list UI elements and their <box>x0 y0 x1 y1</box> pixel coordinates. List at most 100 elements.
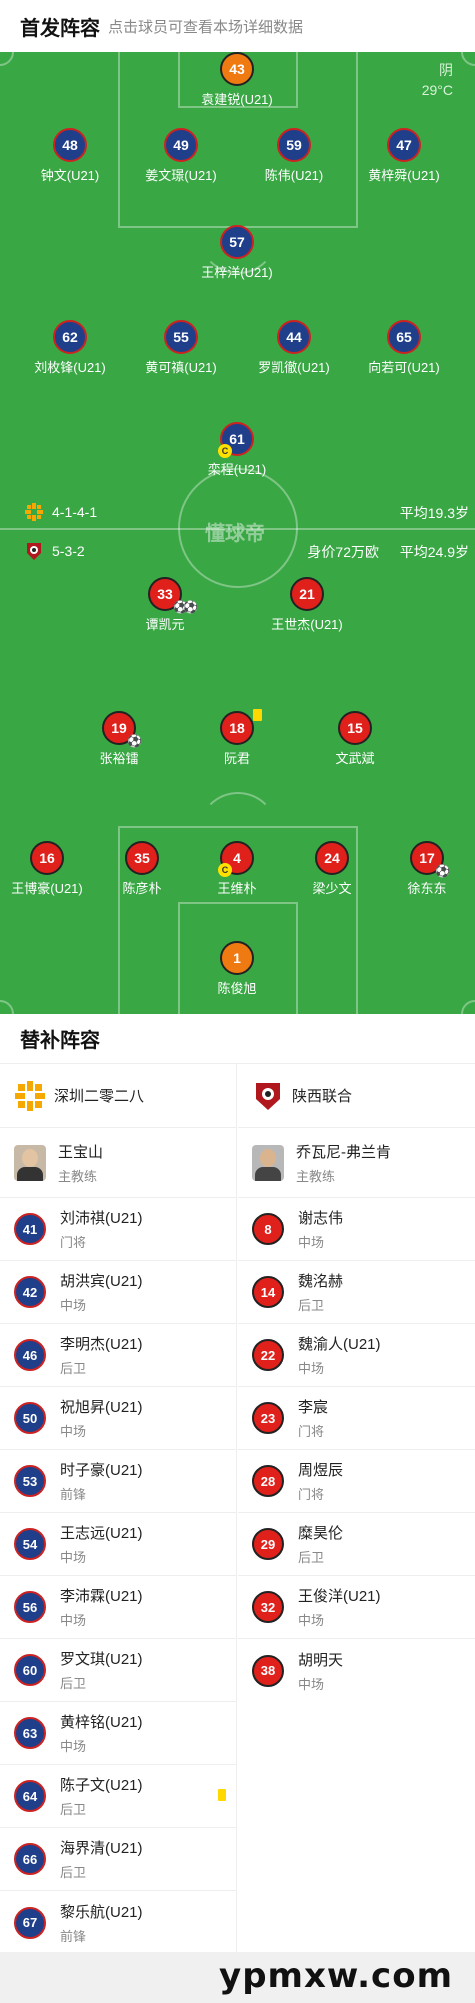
sub-player-name: 刘沛祺(U21) <box>60 1210 143 1227</box>
sub-player-position: 中场 <box>298 1676 325 1692</box>
sub-player-row[interactable]: 32 王俊洋(U21) 中场 <box>238 1576 475 1639</box>
player-number-badge: 63 <box>14 1717 46 1749</box>
player-number-badge: 18 <box>220 709 262 745</box>
footer-bar: ypmxw.com <box>0 1952 475 2003</box>
sub-player-name: 魏渝人(U21) <box>298 1336 381 1353</box>
player-name: 谭凯元 <box>145 617 185 632</box>
player-number-badge: 35 <box>125 841 159 875</box>
away-subs-column: 陕西联合 乔瓦尼-弗兰肯 主教练 8 谢志伟 中场 14 魏洺赫 后卫 22 魏渝人(U2… <box>238 1064 475 1702</box>
sub-player-position: 中场 <box>60 1424 87 1439</box>
player-number-badge: 43 <box>220 52 254 86</box>
player-number-badge: 14 <box>252 1276 284 1308</box>
sub-player-row[interactable]: 67 黎乐航(U21) 前锋 <box>0 1891 236 1954</box>
sub-player-row[interactable]: 64 陈子文(U21) 后卫 <box>0 1765 236 1828</box>
sub-player-row[interactable]: 66 海界清(U21) 后卫 <box>0 1828 236 1891</box>
player-number-badge: 8 <box>252 1213 284 1245</box>
sub-player-row[interactable]: 22 魏渝人(U21) 中场 <box>238 1324 475 1387</box>
player-away-33[interactable]: 33 ⚽ ⚽ 谭凯元 <box>95 577 235 633</box>
sub-player-position: 中场 <box>60 1298 87 1313</box>
player-number-badge: 29 <box>252 1528 284 1560</box>
player-away-21[interactable]: 21 王世杰(U21) <box>237 577 377 633</box>
weather-info: 阴 29°C <box>422 60 453 100</box>
sub-player-row[interactable]: 41 刘沛祺(U21) 门将 <box>0 1198 236 1261</box>
sub-player-position: 后卫 <box>298 1550 325 1565</box>
coach-name: 王宝山 <box>58 1143 104 1161</box>
sub-player-position: 中场 <box>60 1739 87 1754</box>
sub-player-row[interactable]: 29 糜昊伦 后卫 <box>238 1513 475 1576</box>
player-name: 袁建锐(U21) <box>201 92 273 107</box>
sub-player-name: 黎乐航(U21) <box>60 1903 143 1921</box>
sub-player-name: 罗文琪(U21) <box>60 1651 143 1668</box>
sub-player-position: 后卫 <box>298 1298 325 1313</box>
player-home-57[interactable]: 57 王梓洋(U21) <box>167 225 307 281</box>
player-name: 黄梓舜(U21) <box>368 168 440 183</box>
sub-player-name: 海界清(U21) <box>60 1840 143 1857</box>
player-number-badge: 56 <box>14 1591 46 1623</box>
home-coach[interactable]: 王宝山 主教练 <box>0 1128 236 1198</box>
sub-player-row[interactable]: 63 黄梓铭(U21) 中场 <box>0 1702 236 1765</box>
sub-player-row[interactable]: 53 时子豪(U21) 前锋 <box>0 1450 236 1513</box>
player-home-61[interactable]: 61 C 栾程(U21) <box>167 422 307 478</box>
player-number-badge: 46 <box>14 1339 46 1371</box>
away-market-value: 身价72万欧 <box>307 544 379 560</box>
away-team-row: 5-3-2 <box>24 541 85 561</box>
sub-player-row[interactable]: 38 胡明天 中场 <box>238 1639 475 1702</box>
player-home-65[interactable]: 65 向若可(U21) <box>334 320 474 376</box>
home-formation: 4-1-4-1 <box>52 504 98 520</box>
sub-player-row[interactable]: 23 李宸 门将 <box>238 1387 475 1450</box>
player-name: 栾程(U21) <box>207 462 267 477</box>
yellow-card-icon <box>218 1789 226 1801</box>
player-number-badge: 59 <box>277 128 311 162</box>
home-team-name: 深圳二零二八 <box>54 1088 145 1105</box>
sub-player-row[interactable]: 8 谢志伟 中场 <box>238 1198 475 1261</box>
player-home-47[interactable]: 47 黄梓舜(U21) <box>334 128 474 184</box>
goal-ball-icon: ⚽ <box>127 734 142 748</box>
player-away-15[interactable]: 15 文武斌 <box>285 711 425 767</box>
away-coach[interactable]: 乔瓦尼-弗兰肯 主教练 <box>238 1128 475 1198</box>
away-team-header[interactable]: 陕西联合 <box>238 1064 475 1128</box>
sub-player-name: 胡洪宾(U21) <box>60 1273 143 1290</box>
away-team-name: 陕西联合 <box>292 1088 353 1105</box>
captain-icon: C <box>218 863 232 877</box>
player-number-badge: 62 <box>53 320 87 354</box>
player-number-badge: 1 <box>220 941 254 975</box>
sub-player-name: 王志远(U21) <box>60 1525 143 1542</box>
player-number-badge: 60 <box>14 1654 46 1686</box>
sub-player-row[interactable]: 50 祝旭昇(U21) 中场 <box>0 1387 236 1450</box>
shenzhen-2028-logo-icon <box>25 503 43 521</box>
player-number-badge: 48 <box>53 128 87 162</box>
player-home-43[interactable]: 43 袁建锐(U21) <box>167 52 307 108</box>
player-name: 文武斌 <box>335 751 375 766</box>
player-number-badge: 28 <box>252 1465 284 1497</box>
home-avg-age: 平均19.3岁 <box>399 505 469 521</box>
player-number-badge: 4 C <box>218 841 254 877</box>
sub-player-name: 祝旭昇(U21) <box>60 1399 143 1416</box>
player-number-badge: 33 ⚽ ⚽ <box>148 577 198 613</box>
sub-player-row[interactable]: 46 李明杰(U21) 后卫 <box>0 1324 236 1387</box>
sub-player-row[interactable]: 42 胡洪宾(U21) 中场 <box>0 1261 236 1324</box>
sub-player-name: 周煜辰 <box>298 1462 344 1479</box>
player-number-badge: 61 C <box>218 422 254 458</box>
sub-player-name: 时子豪(U21) <box>60 1462 143 1479</box>
goal-ball-icon: ⚽ <box>435 864 450 878</box>
pitch-watermark: 懂球帝 <box>205 523 265 545</box>
home-team-header[interactable]: 深圳二零二八 <box>0 1064 236 1128</box>
player-name: 陈俊旭 <box>217 981 257 996</box>
weather-condition: 阴 <box>439 62 453 78</box>
sub-player-position: 门将 <box>60 1235 87 1250</box>
player-away-17[interactable]: 17 ⚽ 徐东东 <box>357 841 475 897</box>
sub-player-row[interactable]: 54 王志远(U21) 中场 <box>0 1513 236 1576</box>
sub-player-position: 前锋 <box>60 1487 87 1502</box>
sub-player-row[interactable]: 14 魏洺赫 后卫 <box>238 1261 475 1324</box>
player-number-badge: 67 <box>14 1906 46 1939</box>
sub-player-row[interactable]: 60 罗文琪(U21) 后卫 <box>0 1639 236 1702</box>
player-number-badge: 15 <box>338 711 372 745</box>
sub-player-position: 后卫 <box>60 1865 87 1880</box>
player-number-badge: 41 <box>14 1213 46 1245</box>
player-away-1[interactable]: 1 陈俊旭 <box>167 941 307 997</box>
player-number-badge: 54 <box>14 1528 46 1560</box>
player-number-badge: 47 <box>387 128 421 162</box>
player-number-badge: 17 ⚽ <box>410 841 450 877</box>
sub-player-row[interactable]: 28 周煜辰 门将 <box>238 1450 475 1513</box>
sub-player-row[interactable]: 56 李沛霖(U21) 中场 <box>0 1576 236 1639</box>
